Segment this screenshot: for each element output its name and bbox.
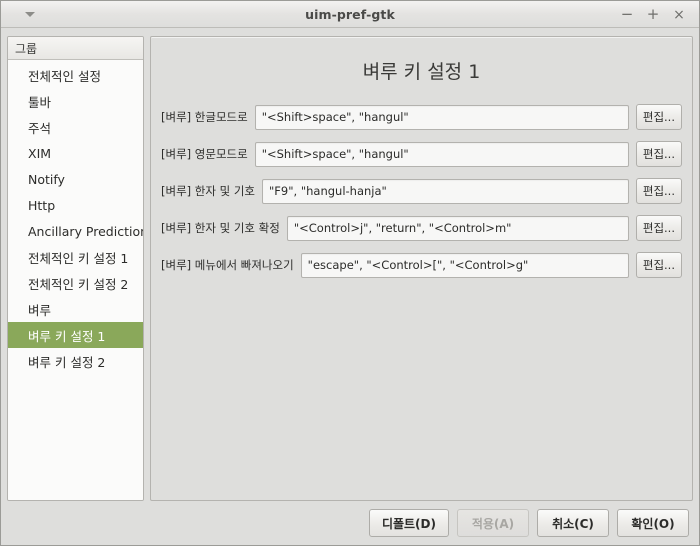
edit-button[interactable]: 편집...	[635, 252, 682, 278]
sidebar-item[interactable]: 벼루 키 설정 1	[8, 322, 143, 348]
sidebar-item-label: Ancillary Prediction	[28, 223, 143, 239]
maximize-icon[interactable]: +	[641, 4, 665, 26]
close-icon[interactable]: ×	[667, 4, 691, 26]
key-setting-input[interactable]: "<Control>j", "return", "<Control>m"	[286, 215, 629, 241]
key-setting-input[interactable]: "escape", "<Control>[", "<Control>g"	[300, 252, 629, 278]
sidebar-item[interactable]: 벼루	[8, 296, 143, 322]
key-setting-row: [벼루] 메뉴에서 빠져나오기 "escape", "<Control>[", "…	[161, 252, 682, 278]
key-setting-label: [벼루] 한자 및 기호 확정	[161, 221, 280, 235]
application-window: uim-pref-gtk − + × 그룹 전체적인 설정툴바주석 XIM Noti…	[0, 0, 700, 546]
sidebar-item[interactable]: Notify	[8, 166, 143, 192]
ok-button[interactable]: 확인(O)	[617, 509, 689, 537]
key-setting-input[interactable]: "F9", "hangul-hanja"	[262, 178, 629, 204]
key-setting-input[interactable]: "<Shift>space", "hangul"	[254, 141, 629, 167]
sidebar-item[interactable]: 툴바	[8, 88, 143, 114]
key-setting-label: [벼루] 한자 및 기호	[161, 184, 255, 198]
key-setting-input[interactable]: "<Shift>space", "hangul"	[254, 104, 629, 130]
key-setting-label: [벼루] 영문모드로	[161, 147, 248, 161]
edit-button[interactable]: 편집...	[635, 104, 682, 130]
key-setting-row: [벼루] 한자 및 기호 "F9", "hangul-hanja" 편집...	[161, 178, 682, 204]
sidebar-item[interactable]: Ancillary Prediction	[8, 218, 143, 244]
window-menu-triangle-icon[interactable]	[23, 7, 37, 21]
sidebar-item[interactable]: 주석	[8, 114, 143, 140]
sidebar-header: 그룹	[8, 37, 143, 60]
default-button[interactable]: 디폴트(D)	[368, 509, 449, 537]
window-title: uim-pref-gtk	[305, 6, 395, 22]
sidebar-item-label: 주석	[28, 120, 52, 136]
window-controls: − + ×	[615, 1, 691, 28]
key-setting-row: [벼루] 한자 및 기호 확정 "<Control>j", "return", "…	[161, 215, 682, 241]
group-sidebar: 그룹 전체적인 설정툴바주석 XIM Notify Http Ancillary Pre…	[7, 36, 144, 501]
sidebar-item-label: XIM	[28, 145, 52, 161]
sidebar-item-label: Http	[28, 197, 56, 213]
title-bar: uim-pref-gtk − + ×	[1, 1, 699, 28]
page-title: 벼루 키 설정 1	[362, 61, 481, 83]
settings-panel: 벼루 키 설정 1 [벼루] 한글모드로 "<Shift>space", "han…	[150, 36, 693, 501]
sidebar-item-label: 전체적인 키 설정 1	[28, 250, 129, 266]
edit-button[interactable]: 편집...	[635, 141, 682, 167]
sidebar-item[interactable]: 벼루 키 설정 2	[8, 348, 143, 374]
sidebar-item[interactable]: 전체적인 키 설정 2	[8, 270, 143, 296]
sidebar-item-label: 툴바	[28, 94, 52, 110]
sidebar-item[interactable]: Http	[8, 192, 143, 218]
sidebar-item[interactable]: 전체적인 키 설정 1	[8, 244, 143, 270]
sidebar-item-label: Notify	[28, 171, 65, 187]
edit-button[interactable]: 편집...	[635, 178, 682, 204]
sidebar-list[interactable]: 전체적인 설정툴바주석 XIM Notify Http Ancillary Predic…	[8, 60, 143, 500]
triangle-glyph	[25, 11, 35, 17]
key-setting-row: [벼루] 영문모드로 "<Shift>space", "hangul" 편집...	[161, 141, 682, 167]
key-setting-label: [벼루] 한글모드로	[161, 110, 248, 124]
sidebar-item-label: 벼루 키 설정 1	[28, 328, 106, 344]
apply-button: 적용(A)	[457, 509, 529, 537]
edit-button[interactable]: 편집...	[635, 215, 682, 241]
minimize-icon[interactable]: −	[615, 4, 639, 26]
sidebar-item[interactable]: XIM	[8, 140, 143, 166]
sidebar-item-label: 전체적인 설정	[28, 68, 101, 84]
cancel-button[interactable]: 취소(C)	[537, 509, 609, 537]
key-setting-label: [벼루] 메뉴에서 빠져나오기	[161, 258, 294, 272]
key-settings-form: [벼루] 한글모드로 "<Shift>space", "hangul" 편집...[…	[161, 104, 682, 278]
sidebar-item-label: 벼루 키 설정 2	[28, 354, 106, 370]
key-setting-row: [벼루] 한글모드로 "<Shift>space", "hangul" 편집...	[161, 104, 682, 130]
sidebar-item-label: 벼루	[28, 302, 52, 318]
sidebar-item-label: 전체적인 키 설정 2	[28, 276, 129, 292]
sidebar-item[interactable]: 전체적인 설정	[8, 62, 143, 88]
dialog-action-bar: 디폴트(D) 적용(A) 취소(C) 확인(O)	[1, 501, 699, 545]
window-body: 그룹 전체적인 설정툴바주석 XIM Notify Http Ancillary Pre…	[1, 28, 699, 501]
